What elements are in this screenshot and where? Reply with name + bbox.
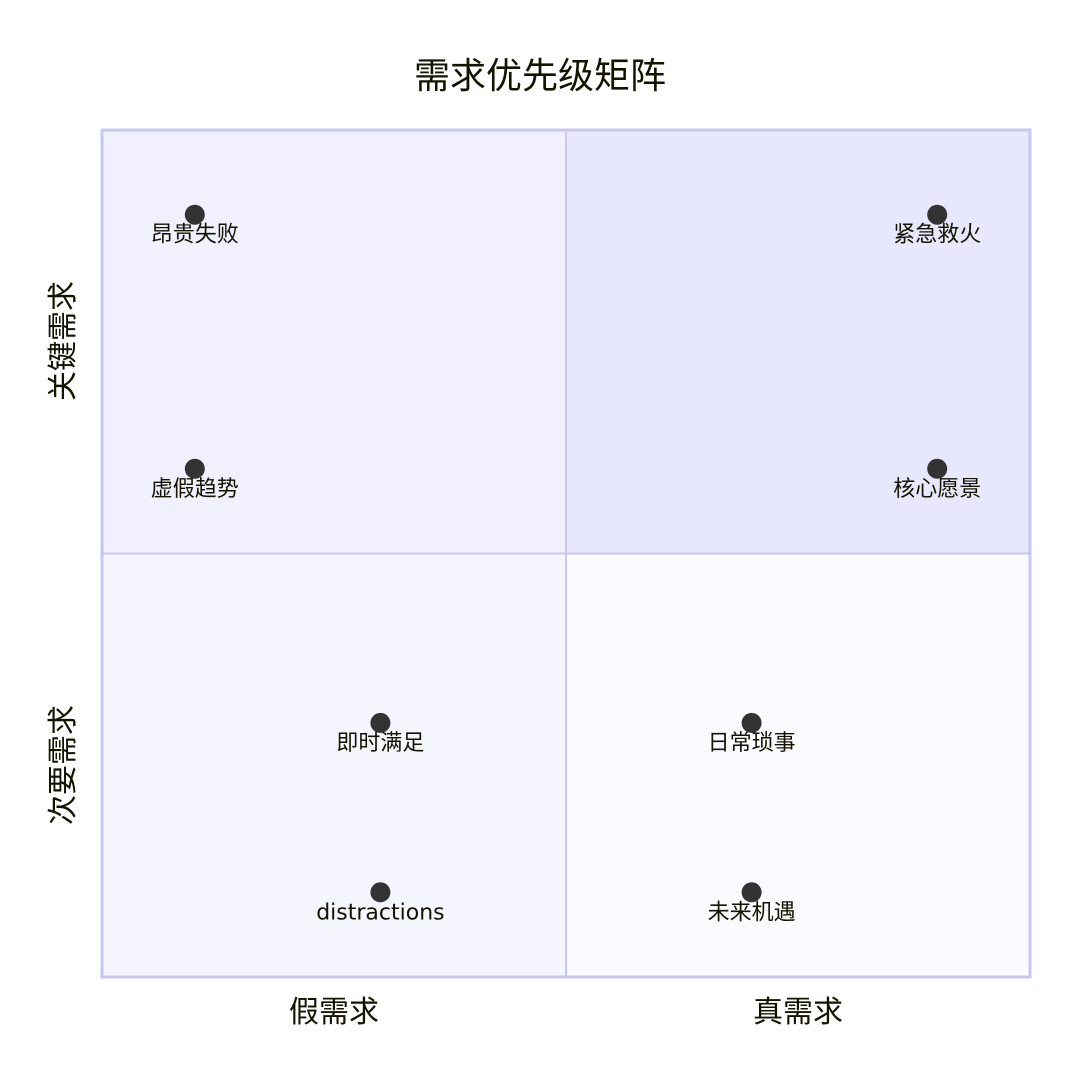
y-axis-label-top: 关键需求 xyxy=(46,281,81,401)
point-marker xyxy=(370,882,391,903)
quadrant-chart: 需求优先级矩阵 昂贵失败 紧急救火虚假趋势 核心愿景即时满足 distractions… xyxy=(46,56,1032,1030)
point-marker xyxy=(184,458,205,479)
point-label: 虚假趋势 xyxy=(151,477,239,502)
y-axis-label-bottom: 次要需求 xyxy=(46,705,81,825)
x-axis-label-left: 假需求 xyxy=(289,995,379,1030)
point-label: distractions xyxy=(316,900,444,925)
point-label: 日常琐事 xyxy=(708,731,796,756)
point-marker xyxy=(927,204,948,225)
point-label: 未来机遇 xyxy=(708,900,796,925)
point-marker xyxy=(370,712,391,733)
x-axis-label-right: 真需求 xyxy=(753,995,843,1030)
point-marker xyxy=(184,204,205,225)
point-label: 核心愿景 xyxy=(893,477,981,502)
chart-title: 需求优先级矩阵 xyxy=(414,56,666,97)
point-label: 即时满足 xyxy=(336,731,424,756)
point-marker xyxy=(741,712,762,733)
point-marker xyxy=(927,458,948,479)
point-label: 昂贵失败 xyxy=(151,223,239,248)
quadrant-bottom-right xyxy=(565,552,1031,978)
point-label: 紧急救火 xyxy=(893,223,981,248)
point-marker xyxy=(741,882,762,903)
